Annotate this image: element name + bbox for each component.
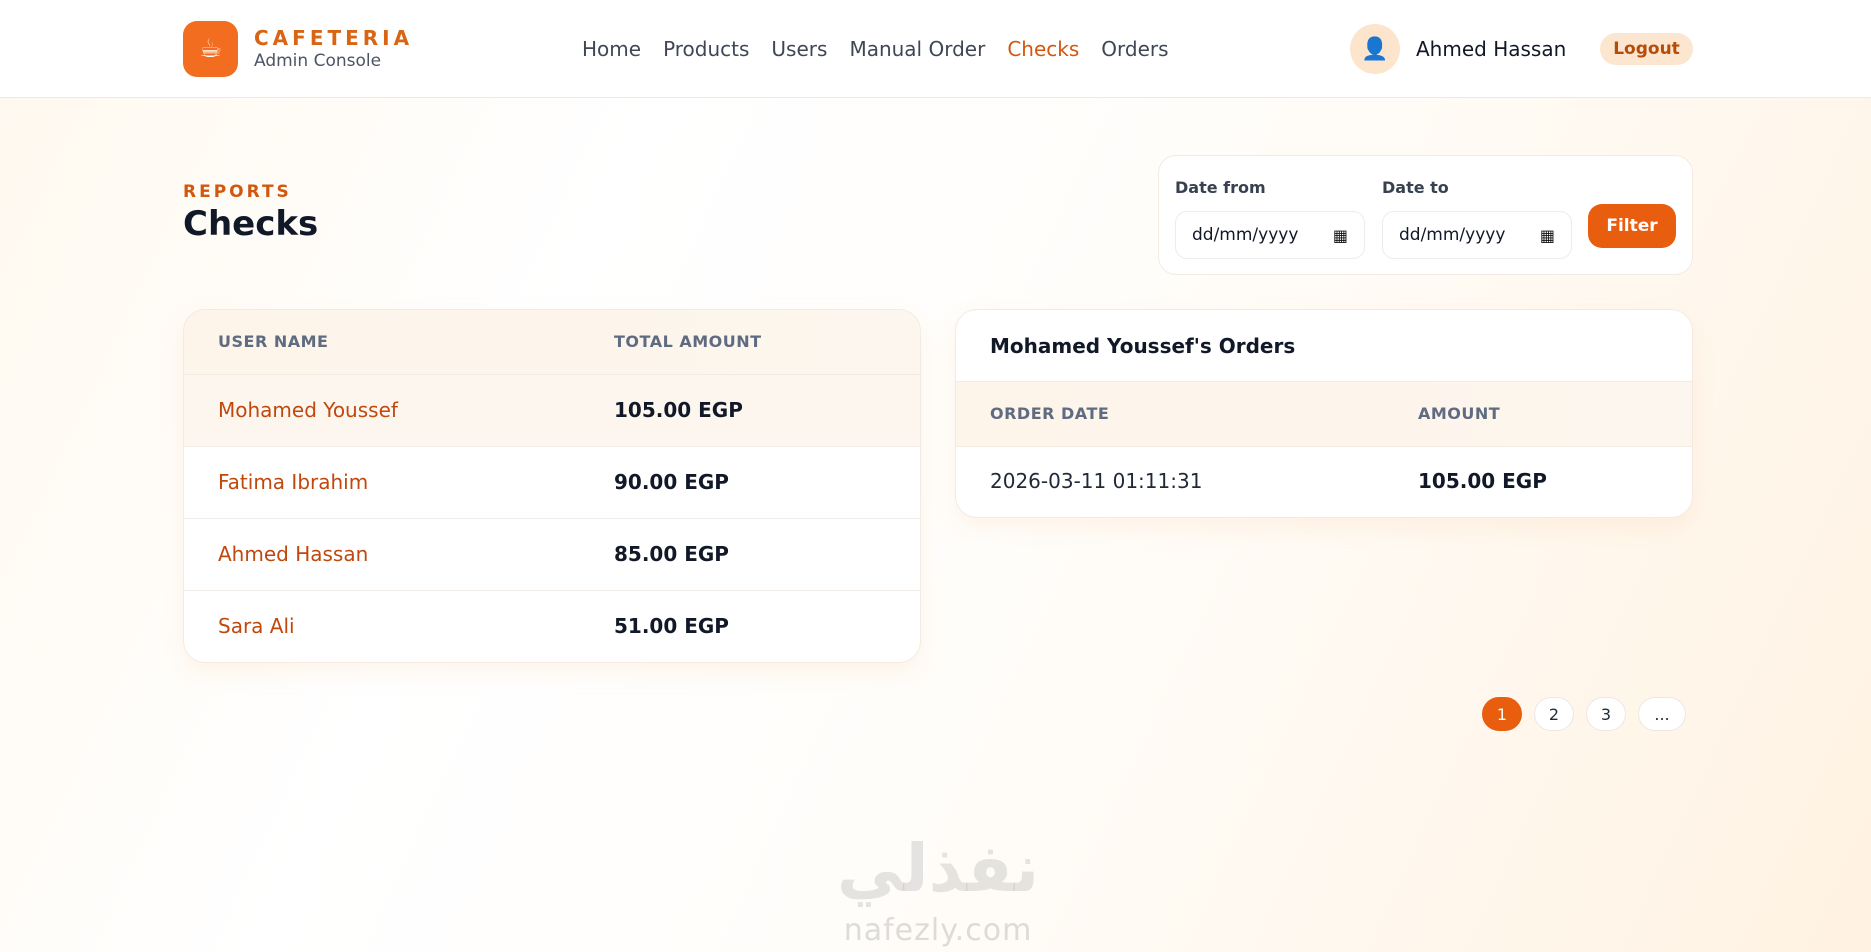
user-icon: 👤 (1350, 24, 1400, 74)
brand-text: CAFETERIA Admin Console (254, 26, 413, 72)
user-menu[interactable]: 👤 Ahmed Hassan (1350, 24, 1566, 74)
user-name-link[interactable]: Ahmed Hassan (218, 542, 368, 566)
total-amount: 85.00 EGP (614, 542, 729, 566)
user-name: Ahmed Hassan (1416, 37, 1567, 61)
nav-checks[interactable]: Checks (1007, 36, 1079, 62)
user-name-link[interactable]: Fatima Ibrahim (218, 470, 368, 494)
table-row[interactable]: Ahmed Hassan 85.00 EGP (184, 519, 920, 591)
table-row[interactable]: Mohamed Youssef 105.00 EGP (184, 375, 920, 447)
coffee-cup-icon: ☕ (183, 21, 238, 77)
page-button-2[interactable]: 2 (1534, 697, 1574, 731)
table-header: USER NAME TOTAL AMOUNT (184, 310, 920, 375)
date-from-input[interactable]: dd/mm/yyyy ▦ (1175, 211, 1365, 259)
calendar-icon[interactable]: ▦ (1333, 226, 1348, 245)
nav-orders[interactable]: Orders (1101, 36, 1168, 62)
orders-panel-header: Mohamed Youssef's Orders (956, 310, 1692, 382)
user-name-link[interactable]: Sara Ali (218, 614, 295, 638)
user-orders-panel: Mohamed Youssef's Orders ORDER DATE AMOU… (955, 309, 1693, 518)
page-eyebrow: REPORTS (183, 182, 292, 202)
page-button-1[interactable]: 1 (1482, 697, 1522, 731)
page-button-more[interactable]: ... (1638, 697, 1686, 731)
main-nav: Home Products Users Manual Order Checks … (582, 36, 1169, 62)
brand-subtitle: Admin Console (254, 51, 382, 71)
date-from-label: Date from (1175, 178, 1266, 197)
table-row[interactable]: Fatima Ibrahim 90.00 EGP (184, 447, 920, 519)
filter-button[interactable]: Filter (1588, 204, 1676, 248)
brand[interactable]: ☕ CAFETERIA Admin Console (183, 21, 413, 77)
brand-name: CAFETERIA (254, 26, 414, 50)
pagination: 1 2 3 ... (1482, 697, 1686, 731)
table-row[interactable]: Sara Ali 51.00 EGP (184, 591, 920, 662)
total-amount: 105.00 EGP (614, 398, 743, 422)
column-header-total-amount: TOTAL AMOUNT (614, 332, 762, 351)
watermark-text: nafezly.com (843, 913, 1033, 948)
orders-panel-title: Mohamed Youssef's Orders (990, 334, 1296, 358)
date-filter-panel: Date from dd/mm/yyyy ▦ Date to dd/mm/yyy… (1158, 155, 1693, 275)
column-header-user-name: USER NAME (218, 332, 329, 351)
logout-button[interactable]: Logout (1600, 33, 1693, 65)
order-date: 2026-03-11 01:11:31 (990, 469, 1203, 493)
total-amount: 90.00 EGP (614, 470, 729, 494)
date-to-value: dd/mm/yyyy (1399, 225, 1506, 245)
calendar-icon[interactable]: ▦ (1540, 226, 1555, 245)
nav-manual-order[interactable]: Manual Order (849, 36, 985, 62)
checks-table: USER NAME TOTAL AMOUNT Mohamed Youssef 1… (183, 309, 921, 663)
nav-users[interactable]: Users (771, 36, 827, 62)
column-header-amount: AMOUNT (1418, 404, 1501, 423)
orders-table-header: ORDER DATE AMOUNT (956, 382, 1692, 447)
user-name-link[interactable]: Mohamed Youssef (218, 398, 398, 422)
order-amount: 105.00 EGP (1418, 469, 1547, 493)
top-header: ☕ CAFETERIA Admin Console Home Products … (0, 0, 1871, 98)
order-row[interactable]: 2026-03-11 01:11:31 105.00 EGP (956, 447, 1692, 517)
nav-products[interactable]: Products (663, 36, 749, 62)
watermark-logo: نفذلي (837, 830, 1039, 907)
page-button-3[interactable]: 3 (1586, 697, 1626, 731)
date-from-value: dd/mm/yyyy (1192, 225, 1299, 245)
date-to-label: Date to (1382, 178, 1449, 197)
page-title: Checks (183, 204, 319, 244)
column-header-order-date: ORDER DATE (990, 404, 1110, 423)
nav-home[interactable]: Home (582, 36, 641, 62)
date-to-input[interactable]: dd/mm/yyyy ▦ (1382, 211, 1572, 259)
total-amount: 51.00 EGP (614, 614, 729, 638)
